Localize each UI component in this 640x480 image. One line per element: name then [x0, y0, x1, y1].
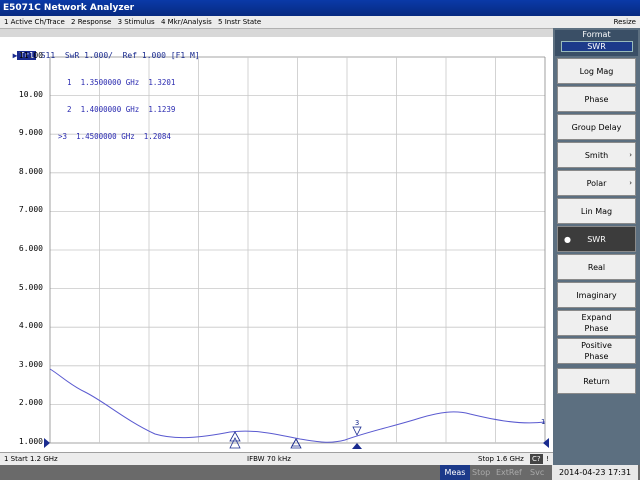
y-tick-label: 6.000 — [18, 244, 43, 253]
softkey-title: Format — [582, 30, 611, 39]
softkey-label: Imaginary — [576, 290, 617, 300]
resize-button[interactable]: Resize — [614, 16, 636, 28]
softkey-label: Positive Phase — [581, 341, 612, 361]
datetime: 2014-04-23 17:31 — [552, 465, 638, 480]
softkey-label: Return — [583, 376, 610, 386]
trace-header[interactable]: ▶ Tr1 S11 SwR 1.000/ Ref 1.000 [F1 M] — [3, 39, 200, 60]
y-tick-label: 2.000 — [18, 398, 43, 408]
softkey-header: Format SWR — [555, 30, 638, 56]
marker-row-2: 2 1.4000000 GHz 1.1239 — [67, 105, 176, 114]
channel-badge: C? — [530, 454, 543, 464]
softkey-expand-phase[interactable]: Expand Phase — [557, 310, 636, 336]
softkey-lin-mag[interactable]: Lin Mag — [557, 198, 636, 224]
y-tick-label: 1.000 — [18, 437, 43, 446]
meas-indicator: Meas — [440, 465, 470, 480]
menu-response[interactable]: 2 Response — [71, 18, 111, 26]
softkey-label: Smith — [584, 150, 609, 160]
softkey-label: Group Delay — [571, 122, 622, 132]
trace-params: S11 SwR 1.000/ Ref 1.000 [F1 M] — [35, 51, 200, 60]
softkey-real[interactable]: Real — [557, 254, 636, 280]
y-tick-label: 5.000 — [18, 282, 43, 292]
y-tick-label: 8.000 — [18, 166, 43, 176]
stop-indicator: Stop — [472, 468, 491, 477]
menu-stimulus[interactable]: 3 Stimulus — [118, 18, 155, 26]
title-bar: E5071C Network Analyzer — [0, 0, 640, 16]
menu-instr-state[interactable]: 5 Instr State — [218, 18, 261, 26]
marker-row-3: >3 1.4500000 GHz 1.2084 — [58, 132, 171, 141]
softkey-return[interactable]: Return — [557, 368, 636, 394]
softkey-panel: Format SWR Log Mag Phase Group Delay Smith ›… — [553, 28, 640, 465]
y-tick-label: 3.000 — [18, 359, 43, 369]
softkey-phase[interactable]: Phase — [557, 86, 636, 112]
softkey-label: Log Mag — [579, 66, 614, 76]
menu-active-ch-trace[interactable]: 1 Active Ch/Trace — [4, 18, 65, 26]
softkey-polar[interactable]: Polar › — [557, 170, 636, 196]
softkey-label: Real — [587, 262, 606, 272]
softkey-label: Lin Mag — [580, 206, 613, 216]
softkey-label: Polar — [586, 178, 607, 188]
menu-mkr-analysis[interactable]: 4 Mkr/Analysis — [161, 18, 212, 26]
softkey-group-delay[interactable]: Group Delay — [557, 114, 636, 140]
softkey-swr[interactable]: ● SWR — [557, 226, 636, 252]
extref-indicator: ExtRef — [496, 468, 522, 477]
y-tick-label: 9.000 — [18, 128, 43, 138]
svc-indicator: Svc — [530, 468, 545, 477]
softkey-label: Expand Phase — [581, 313, 612, 333]
marker-table: 1 1.3500000 GHz 1.3201 2 1.4000000 GHz 1… — [58, 60, 175, 150]
softkey-label: SWR — [587, 234, 606, 244]
softkey-positive-phase[interactable]: Positive Phase — [557, 338, 636, 364]
bottom-bar: Meas Stop ExtRef Svc 2014-04-23 17:31 — [0, 465, 640, 480]
softkey-label: Phase — [584, 94, 609, 104]
y-tick-label: 10.00 — [18, 89, 43, 99]
y-tick-label: 7.000 — [18, 205, 43, 215]
current-format: SWR — [560, 41, 633, 52]
submenu-arrow-icon: › — [629, 150, 632, 159]
y-tick-label: 11.00 — [18, 51, 43, 60]
softkey-imaginary[interactable]: Imaginary — [557, 282, 636, 308]
marker-row-1: 1 1.3500000 GHz 1.3201 — [67, 78, 176, 87]
status-bar: 1 Start 1.2 GHz IFBW 70 kHz Stop 1.6 GHz… — [0, 452, 553, 466]
submenu-arrow-icon: › — [629, 178, 632, 187]
window-title: E5071C Network Analyzer — [3, 3, 135, 13]
softkey-log-mag[interactable]: Log Mag — [557, 58, 636, 84]
selected-dot-icon: ● — [564, 234, 571, 244]
y-tick-label: 4.000 — [18, 321, 43, 331]
menu-bar: 1 Active Ch/Trace 2 Response 3 Stimulus … — [0, 16, 640, 29]
softkey-smith[interactable]: Smith › — [557, 142, 636, 168]
